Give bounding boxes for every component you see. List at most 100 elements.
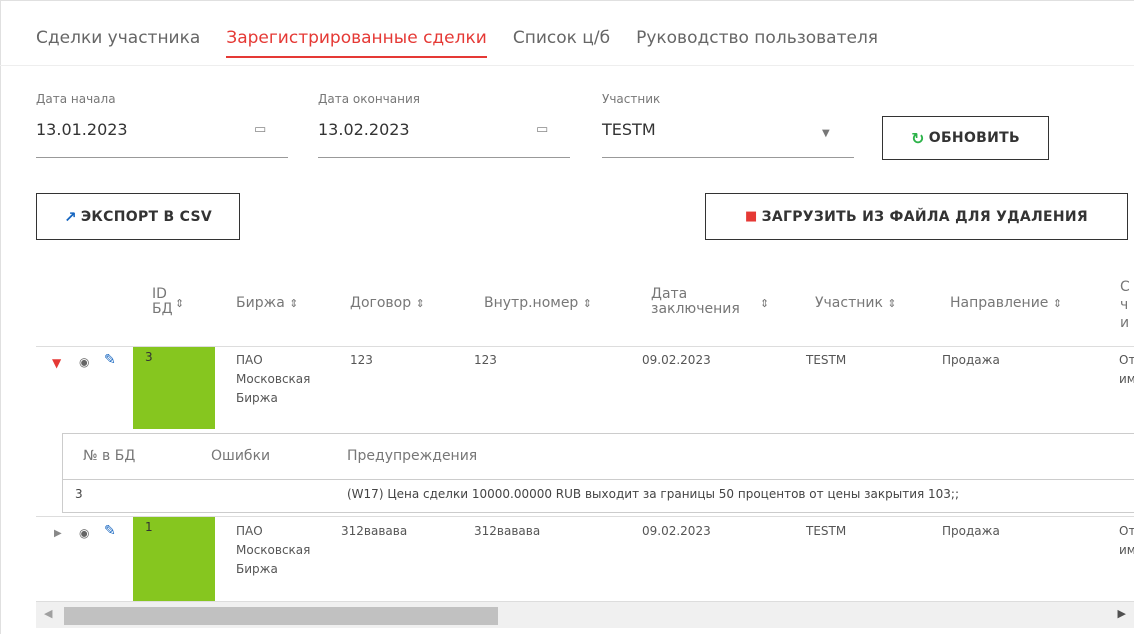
chevron-down-icon[interactable]: ▼ bbox=[822, 128, 830, 139]
header-id-line2: БД bbox=[152, 301, 173, 317]
scroll-left-icon[interactable]: ◀ bbox=[44, 607, 52, 620]
header-date-line2: заключения bbox=[651, 301, 740, 317]
column-header-id[interactable]: ID БД bbox=[152, 287, 173, 317]
header-exchange-label: Биржа bbox=[236, 295, 285, 311]
sort-icon[interactable]: ⇕ bbox=[175, 296, 184, 311]
id-cell: 1 bbox=[133, 517, 215, 601]
column-header-truncated[interactable]: С ч и bbox=[1120, 278, 1130, 332]
sort-icon: ⇕ bbox=[1052, 297, 1063, 310]
exchange-line1: ПАО bbox=[236, 524, 263, 538]
calendar-icon[interactable]: ▭ bbox=[536, 122, 548, 137]
header-contract-label: Договор bbox=[350, 295, 412, 311]
start-date-label: Дата начала bbox=[36, 92, 116, 106]
scroll-right-icon[interactable]: ▶ bbox=[1118, 607, 1126, 620]
exchange-cell: ПАО Московская Биржа bbox=[236, 351, 310, 408]
sort-icon: ⇕ bbox=[582, 297, 592, 310]
exchange-line2: Московская bbox=[236, 543, 311, 557]
expand-icon[interactable]: ▶ bbox=[54, 528, 62, 539]
internal-number-cell: 123 bbox=[474, 353, 497, 367]
export-csv-button[interactable]: ↗ ЭКСПОРТ В CSV bbox=[36, 193, 240, 240]
exchange-line3: Биржа bbox=[236, 562, 278, 576]
header-participant-label: Участник bbox=[815, 295, 883, 311]
nested-cell-warnings: (W17) Цена сделки 10000.00000 RUB выходи… bbox=[347, 487, 960, 501]
participant-cell: TESTM bbox=[806, 353, 847, 367]
nested-header-errors: Ошибки bbox=[211, 448, 271, 464]
view-icon[interactable]: ◉ bbox=[79, 355, 89, 369]
edit-icon[interactable]: ✎ bbox=[104, 523, 116, 539]
contract-cell: 123 bbox=[350, 353, 373, 367]
date-cell: 09.02.2023 bbox=[642, 353, 711, 367]
tab-bar: Сделки участника Зарегистрированные сдел… bbox=[36, 28, 878, 58]
internal-number-cell: 312вавава bbox=[474, 524, 541, 538]
edit-icon[interactable]: ✎ bbox=[104, 352, 116, 368]
export-icon: ↗ bbox=[63, 207, 77, 226]
export-label: ЭКСПОРТ В CSV bbox=[80, 208, 213, 225]
nested-header-number: № в БД bbox=[83, 448, 136, 464]
header-id-line1: ID bbox=[152, 286, 167, 302]
deal-details-panel: № в БД Ошибки Предупреждения 3 (W17) Цен… bbox=[62, 433, 1134, 513]
truncated-line2: им bbox=[1119, 543, 1134, 557]
upload-label: ЗАГРУЗИТЬ ИЗ ФАЙЛА ДЛЯ УДАЛЕНИЯ bbox=[761, 208, 1088, 225]
direction-cell: Продажа bbox=[942, 524, 1000, 538]
file-icon: ■ bbox=[745, 209, 758, 224]
column-header-direction[interactable]: Направление ⇕ bbox=[950, 296, 1062, 311]
exchange-line3: Биржа bbox=[236, 391, 278, 405]
participant-label: Участник bbox=[602, 92, 661, 106]
calendar-icon[interactable]: ▭ bbox=[254, 122, 266, 137]
tab-registered-deals[interactable]: Зарегистрированные сделки bbox=[226, 28, 487, 58]
truncated-cell: От им bbox=[1119, 522, 1134, 560]
column-header-date[interactable]: Дата заключения bbox=[651, 287, 740, 317]
header-direction-label: Направление bbox=[950, 295, 1049, 311]
nested-header-warnings: Предупреждения bbox=[347, 448, 478, 464]
upload-file-button[interactable]: ■ ЗАГРУЗИТЬ ИЗ ФАЙЛА ДЛЯ УДАЛЕНИЯ bbox=[705, 193, 1128, 240]
horizontal-scrollbar[interactable]: ◀ ▶ bbox=[36, 601, 1134, 628]
header-internal-label: Внутр.номер bbox=[484, 295, 579, 311]
sort-icon[interactable]: ⇕ bbox=[760, 296, 769, 311]
exchange-line1: ПАО bbox=[236, 353, 263, 367]
header-cut-line2: ч bbox=[1120, 297, 1129, 313]
date-cell: 09.02.2023 bbox=[642, 524, 711, 538]
participant-value[interactable]: TESTM bbox=[602, 120, 656, 139]
collapse-icon[interactable]: ▼ bbox=[52, 356, 61, 370]
end-date-underline bbox=[318, 157, 570, 158]
tab-user-guide[interactable]: Руководство пользователя bbox=[636, 28, 878, 58]
column-header-internal-number[interactable]: Внутр.номер ⇕ bbox=[484, 296, 592, 311]
id-cell: 3 bbox=[133, 347, 215, 429]
column-header-exchange[interactable]: Биржа ⇕ bbox=[236, 296, 298, 311]
refresh-button[interactable]: ↻ ОБНОВИТЬ bbox=[882, 116, 1049, 160]
start-date-field[interactable]: Дата начала 13.01.2023 ▭ bbox=[36, 92, 288, 158]
participant-cell: TESTM bbox=[806, 524, 847, 538]
direction-cell: Продажа bbox=[942, 353, 1000, 367]
contract-cell: 312вавава bbox=[341, 524, 408, 538]
nested-divider bbox=[63, 479, 1134, 480]
nested-cell-number: 3 bbox=[75, 487, 83, 501]
tab-securities-list[interactable]: Список ц/б bbox=[513, 28, 610, 58]
header-date-line1: Дата bbox=[651, 286, 688, 302]
column-header-contract[interactable]: Договор ⇕ bbox=[350, 296, 425, 311]
truncated-line1: От bbox=[1119, 524, 1134, 538]
start-date-input[interactable]: 13.01.2023 bbox=[36, 120, 128, 139]
scrollbar-thumb[interactable] bbox=[64, 607, 498, 625]
truncated-line2: им bbox=[1119, 372, 1134, 386]
column-header-participant[interactable]: Участник ⇕ bbox=[815, 296, 897, 311]
exchange-line2: Московская bbox=[236, 372, 311, 386]
participant-select[interactable]: Участник TESTM ▼ bbox=[602, 92, 854, 158]
sort-icon: ⇕ bbox=[887, 297, 897, 310]
view-icon[interactable]: ◉ bbox=[79, 526, 89, 540]
end-date-label: Дата окончания bbox=[318, 92, 420, 106]
end-date-input[interactable]: 13.02.2023 bbox=[318, 120, 410, 139]
tabs-divider bbox=[0, 65, 1134, 66]
truncated-line1: От bbox=[1119, 353, 1134, 367]
participant-underline bbox=[602, 157, 854, 158]
start-date-underline bbox=[36, 157, 288, 158]
header-cut-line3: и bbox=[1120, 315, 1130, 331]
exchange-cell: ПАО Московская Биржа bbox=[236, 522, 310, 579]
truncated-cell: От им bbox=[1119, 351, 1134, 389]
sort-icon: ⇕ bbox=[289, 297, 299, 310]
end-date-field[interactable]: Дата окончания 13.02.2023 ▭ bbox=[318, 92, 570, 158]
refresh-icon: ↻ bbox=[911, 128, 925, 148]
refresh-label: ОБНОВИТЬ bbox=[928, 130, 1020, 146]
sort-icon: ⇕ bbox=[415, 297, 425, 310]
tab-participant-deals[interactable]: Сделки участника bbox=[36, 28, 200, 58]
header-cut-line1: С bbox=[1120, 279, 1130, 295]
